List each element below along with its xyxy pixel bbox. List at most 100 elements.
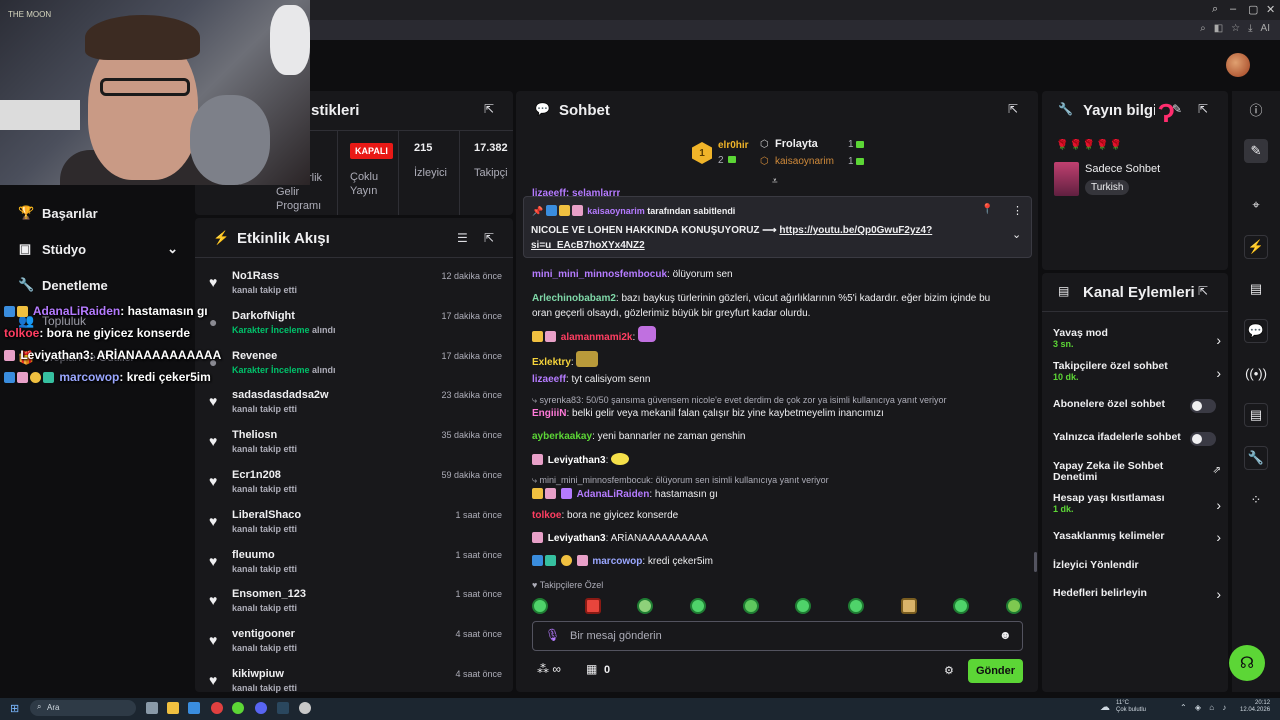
broadcast-icon[interactable]: ((•)) <box>1244 361 1268 385</box>
ai-button[interactable]: AI <box>1261 23 1270 34</box>
share-icon[interactable]: ⁘ <box>1244 488 1268 512</box>
activity-user[interactable]: No1Rass <box>232 270 279 282</box>
nav-moderation[interactable]: 🔧 Denetleme <box>18 277 108 293</box>
file-explorer-icon[interactable] <box>167 702 179 714</box>
activity-item[interactable]: ♥ Theliosn kanalı takip etti 35 dakika önce <box>205 427 510 467</box>
activity-user[interactable]: ventigooner <box>232 628 295 640</box>
followers-only-setting[interactable]: Takipçilere özel sohbet 10 dk. › <box>1053 361 1221 383</box>
chevron-down-icon[interactable]: ⌄ <box>1012 228 1021 241</box>
emote[interactable] <box>795 598 812 614</box>
points-icon[interactable]: ▦ <box>586 662 597 676</box>
emote[interactable] <box>532 598 548 614</box>
leaderboard-user[interactable]: elr0hir <box>718 140 749 151</box>
emote[interactable] <box>953 598 970 614</box>
microphone-icon[interactable]: 🎙 <box>545 628 560 642</box>
app-icon[interactable] <box>188 702 200 714</box>
goals-setting[interactable]: Hedefleri belirleyin › <box>1053 586 1221 602</box>
expand-leaderboard-icon[interactable]: ⩡ <box>772 176 778 187</box>
wrench-icon[interactable]: 🔧 <box>1244 446 1268 470</box>
emote[interactable] <box>847 598 864 614</box>
banned-words-setting[interactable]: Yasaklanmış kelimeler › <box>1053 529 1221 545</box>
task-view-icon[interactable] <box>146 702 158 714</box>
host-setting[interactable]: İzleyici Yönlendir <box>1053 560 1221 571</box>
activity-item[interactable]: ♥ Ensomen_123 kanalı takip etti 1 saat önce <box>205 586 510 626</box>
activity-item[interactable]: ● Revenee Karakter İnceleme alındı 17 dakik… <box>205 348 510 388</box>
nav-studio[interactable]: ▣ Stüdyo ⌄ <box>18 241 178 257</box>
headset-icon[interactable]: ☊ <box>1229 645 1265 681</box>
download-icon[interactable]: ⤓ <box>1248 23 1252 34</box>
emote-only-toggle[interactable] <box>1190 432 1216 446</box>
nav-achievements[interactable]: 🏆 Başarılar <box>18 205 98 221</box>
maximize-icon[interactable]: ▢ <box>1248 3 1258 16</box>
popout-icon[interactable]: ⇱ <box>484 231 494 245</box>
document-icon[interactable]: ▤ <box>1244 277 1268 301</box>
activity-user[interactable]: LiberalShaco <box>232 509 301 521</box>
infinity-icon[interactable]: ⁂ ∞ <box>537 662 561 676</box>
chat-scrollbar[interactable] <box>1034 552 1037 572</box>
extension-icon[interactable]: ◧ <box>1214 23 1223 34</box>
spotify-icon[interactable] <box>232 702 244 714</box>
actions-icon[interactable]: ▤ <box>1244 403 1268 427</box>
popout-icon[interactable]: ⇱ <box>1198 284 1208 298</box>
leaderboard-user[interactable]: kaisaoynarim <box>775 156 834 167</box>
filter-icon[interactable]: ☰ <box>457 231 468 245</box>
popout-icon[interactable]: ⇱ <box>484 102 494 116</box>
edit-icon[interactable]: ✎ <box>1244 139 1268 163</box>
leaderboard-user[interactable]: Frolayta <box>775 138 818 150</box>
search-icon[interactable]: ⌕ <box>1212 3 1218 16</box>
chat-icon[interactable]: 💬 <box>1244 319 1268 343</box>
language-tag[interactable]: Turkish <box>1085 180 1130 195</box>
activity-user[interactable]: Theliosn <box>232 429 277 441</box>
category-name[interactable]: Sadece Sohbet <box>1085 163 1160 175</box>
subscribers-only-toggle[interactable] <box>1190 399 1216 413</box>
activity-item[interactable]: ♥ No1Rass kanalı takip etti 12 dakika önce <box>205 268 510 308</box>
emote[interactable] <box>742 598 759 614</box>
account-age-setting[interactable]: Hesap yaşı kısıtlaması 1 dk. › <box>1053 493 1221 515</box>
avatar[interactable] <box>1226 53 1250 77</box>
clock[interactable]: 20:12 12.04.2026 <box>1240 700 1270 714</box>
minimize-icon[interactable]: – <box>1230 3 1236 15</box>
emote[interactable] <box>689 598 706 614</box>
tray-icons[interactable]: ⌃ ◈ ⌂ ♪ <box>1180 703 1229 712</box>
activity-item[interactable]: ♥ fleuumo kanalı takip etti 1 saat önce <box>205 547 510 587</box>
opera-icon[interactable] <box>211 702 223 714</box>
activity-item[interactable]: ♥ LiberalShaco kanalı takip etti 1 saat önc… <box>205 507 510 547</box>
activity-user[interactable]: sadasdasdadsa2w <box>232 389 329 401</box>
send-button[interactable]: Gönder <box>968 659 1023 683</box>
activity-user[interactable]: Ensomen_123 <box>232 588 306 600</box>
slow-mode-setting[interactable]: Yavaş mod 3 sn. › <box>1053 328 1221 350</box>
popout-icon[interactable]: ⇱ <box>1008 102 1018 116</box>
emote[interactable] <box>1005 598 1022 614</box>
zoom-icon[interactable]: ⌕ <box>1200 23 1206 34</box>
more-icon[interactable]: ⋮ <box>1012 204 1023 217</box>
gear-icon[interactable]: ⚙ <box>944 664 954 677</box>
weather-widget[interactable]: 11°C Çok bulutlu <box>1116 700 1146 714</box>
taskbar-search[interactable] <box>30 700 136 716</box>
emote-picker-icon[interactable]: ☻ <box>999 628 1012 642</box>
popout-icon[interactable]: ⇱ <box>1198 102 1208 116</box>
emote[interactable] <box>584 598 601 614</box>
emote-only-setting[interactable]: Yalnızca ifadelerle sohbet <box>1053 432 1221 446</box>
activity-user[interactable]: Ecr1n208 <box>232 469 281 481</box>
activity-item[interactable]: ♥ Ecr1n208 kanalı takip etti 59 dakika önce <box>205 467 510 507</box>
edit-icon[interactable]: ✎ <box>1172 102 1182 116</box>
steam-icon[interactable] <box>277 702 289 714</box>
ai-moderation-setting[interactable]: Yapay Zeka ile Sohbet Denetimi ⇗ <box>1053 461 1221 483</box>
activity-user[interactable]: fleuumo <box>232 549 275 561</box>
activity-item[interactable]: ● DarkofNight Karakter İnceleme alındı 17 d… <box>205 308 510 348</box>
star-icon[interactable]: ☆ <box>1231 23 1240 34</box>
unpin-icon[interactable]: 📍 <box>981 204 993 215</box>
category-box-art[interactable] <box>1054 162 1079 196</box>
emote[interactable] <box>637 598 654 614</box>
activity-user[interactable]: DarkofNight <box>232 310 295 322</box>
activity-item[interactable]: ♥ sadasdasdadsa2w kanalı takip etti 23 daki… <box>205 387 510 427</box>
activity-user[interactable]: Revenee <box>232 350 277 362</box>
windows-start-icon[interactable]: ⊞ <box>10 702 19 715</box>
info-icon[interactable]: ⓘ <box>1244 97 1268 121</box>
obs-icon[interactable] <box>299 702 311 714</box>
activity-item[interactable]: ♥ ventigooner kanalı takip etti 4 saat önce <box>205 626 510 666</box>
lightning-icon[interactable]: ⚡ <box>1244 235 1268 259</box>
crop-icon[interactable]: ⌖ <box>1244 193 1268 217</box>
subscribers-only-setting[interactable]: Abonelere özel sohbet <box>1053 399 1221 413</box>
emote[interactable] <box>900 598 917 614</box>
